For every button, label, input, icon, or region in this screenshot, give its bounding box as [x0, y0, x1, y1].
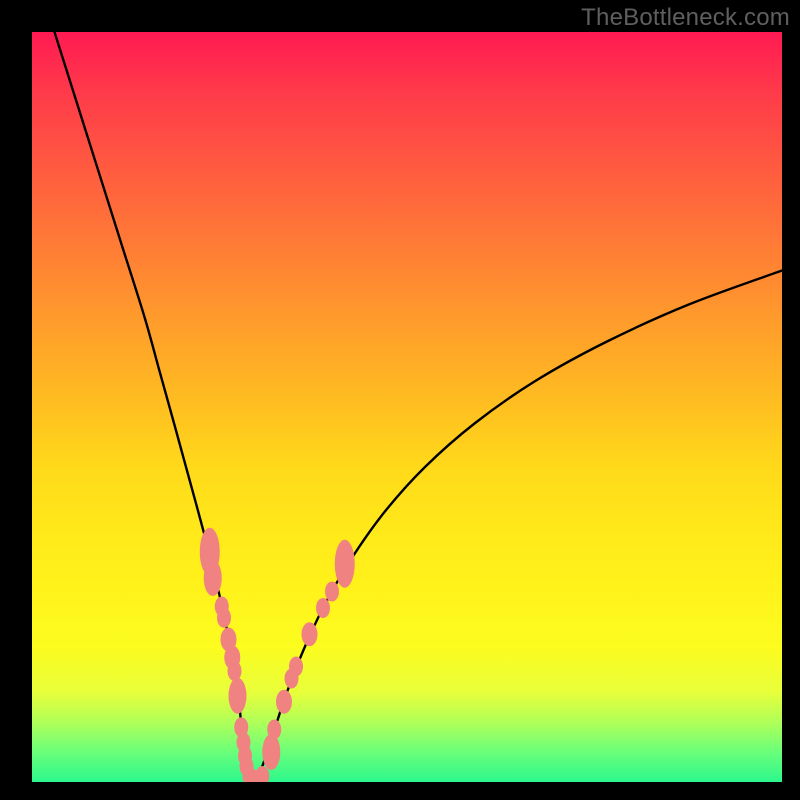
chart-svg	[32, 32, 782, 782]
left-branch-curve	[55, 32, 254, 782]
right-branch-curve	[253, 271, 782, 782]
data-marker	[316, 598, 330, 618]
data-marker	[204, 560, 222, 596]
data-marker	[289, 657, 303, 677]
data-marker	[302, 622, 318, 646]
markers-group	[200, 528, 355, 782]
data-marker	[262, 734, 280, 770]
data-marker	[276, 690, 292, 714]
plot-area	[32, 32, 782, 782]
chart-frame: TheBottleneck.com	[0, 0, 800, 800]
watermark-text: TheBottleneck.com	[581, 4, 790, 32]
data-marker	[228, 661, 242, 681]
data-marker	[267, 720, 281, 740]
data-marker	[335, 540, 355, 588]
data-marker	[255, 766, 269, 782]
data-marker	[229, 678, 247, 714]
data-marker	[325, 582, 339, 602]
data-marker	[217, 608, 231, 628]
